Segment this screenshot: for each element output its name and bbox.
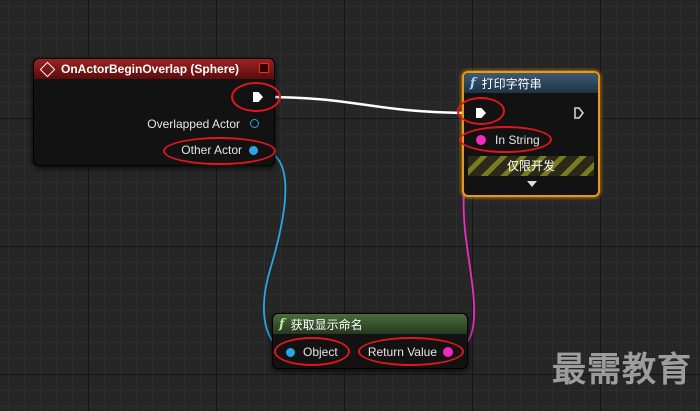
event-node-on-actor-begin-overlap[interactable]: OnActorBeginOverlap (Sphere) Overlapped … [33,58,275,166]
other-actor-pin[interactable] [249,146,258,155]
exec-out-pin[interactable] [253,92,263,102]
watermark: 最需教育 [552,351,692,389]
exec-in-pin[interactable] [476,108,486,118]
in-string-label: In String [495,133,540,147]
getter-node-title: 获取显示命名 [290,317,363,332]
expand-arrow-icon[interactable] [527,181,537,187]
print-node-header[interactable]: f 打印字符串 [464,73,598,93]
function-f-icon: f [279,316,285,332]
print-node-title: 打印字符串 [481,76,542,91]
object-label: Object [303,345,338,359]
get-display-name-node[interactable]: f 获取显示命名 Object Return Value [272,313,468,369]
exec-out-hollow-pin[interactable] [574,107,584,119]
event-diamond-icon [39,61,56,77]
event-node-header[interactable]: OnActorBeginOverlap (Sphere) [34,59,274,79]
object-pin[interactable] [286,348,295,357]
function-f-icon: f [470,75,476,91]
return-value-label: Return Value [367,345,437,359]
other-actor-label: Other Actor [181,143,242,157]
in-string-pin[interactable] [476,135,486,145]
node-flag-icon [259,63,269,73]
getter-node-header[interactable]: f 获取显示命名 [273,314,467,334]
overlapped-actor-label: Overlapped Actor [147,117,240,131]
overlapped-actor-pin[interactable] [250,119,259,128]
return-value-pin[interactable] [443,347,453,357]
event-node-title: OnActorBeginOverlap (Sphere) [61,62,240,76]
development-only-banner: 仅限开发 [468,156,594,176]
print-string-node[interactable]: f 打印字符串 In String 仅限开发 [462,71,600,197]
exec-wire[interactable] [263,95,479,115]
